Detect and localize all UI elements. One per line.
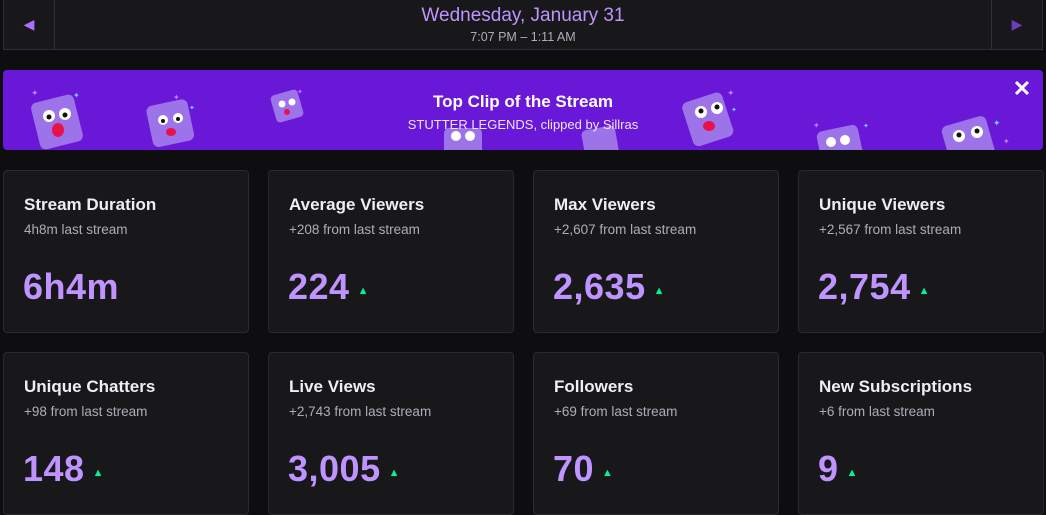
- stat-title: Max Viewers: [554, 195, 656, 214]
- next-stream-button[interactable]: ▶: [991, 0, 1042, 49]
- close-icon: ✕: [1012, 76, 1032, 101]
- trend-up-icon: ▲: [92, 467, 104, 479]
- stat-value: 3,005: [288, 448, 381, 489]
- stat-title: Stream Duration: [24, 195, 157, 214]
- trend-up-icon: ▲: [918, 285, 930, 297]
- stat-value: 6h4m: [23, 266, 120, 307]
- stat-value-row: 224 ▲: [288, 266, 368, 308]
- date-navigation-bar: ◀ Wednesday, January 31 7:07 PM – 1:11 A…: [3, 0, 1043, 50]
- stat-card: Max Viewers +2,607 from last stream 2,63…: [533, 170, 779, 333]
- stat-title: Live Views: [289, 377, 376, 396]
- previous-stream-button[interactable]: ◀: [4, 0, 55, 49]
- stat-title: New Subscriptions: [819, 377, 973, 396]
- stat-comparison: +2,607 from last stream: [554, 222, 697, 237]
- stat-value-row: 3,005 ▲: [288, 448, 399, 490]
- stat-comparison: 4h8m last stream: [24, 222, 128, 237]
- stat-value: 9: [818, 448, 839, 489]
- stat-value-row: 70 ▲: [553, 448, 613, 490]
- stat-value-row: 9 ▲: [818, 448, 857, 490]
- trend-up-icon: ▲: [653, 285, 665, 297]
- stream-date: Wednesday, January 31 7:07 PM – 1:11 AM: [54, 0, 992, 49]
- trend-up-icon: ▲: [846, 467, 858, 479]
- stat-comparison: +208 from last stream: [289, 222, 420, 237]
- chevron-left-icon: ◀: [23, 16, 35, 32]
- trend-up-icon: ▲: [357, 285, 369, 297]
- stat-title: Followers: [554, 377, 634, 396]
- stat-comparison: +2,743 from last stream: [289, 404, 432, 419]
- stat-value: 148: [23, 448, 85, 489]
- svg-text:✦: ✦: [1003, 137, 1010, 146]
- stat-value: 2,635: [553, 266, 646, 307]
- stat-value: 2,754: [818, 266, 911, 307]
- chevron-right-icon: ▶: [1011, 16, 1023, 32]
- stat-card: New Subscriptions +6 from last stream 9 …: [798, 352, 1044, 515]
- stat-comparison: +69 from last stream: [554, 404, 678, 419]
- stat-title: Unique Viewers: [819, 195, 946, 214]
- stat-card: Followers +69 from last stream 70 ▲: [533, 352, 779, 515]
- stat-value-row: 148 ▲: [23, 448, 103, 490]
- trend-up-icon: ▲: [602, 467, 613, 479]
- stat-comparison: +98 from last stream: [24, 404, 148, 419]
- stat-title: Average Viewers: [289, 195, 425, 214]
- stat-comparison: +6 from last stream: [819, 404, 935, 419]
- stat-value-row: 6h4m: [23, 266, 119, 308]
- stat-card: Average Viewers +208 from last stream 22…: [268, 170, 514, 333]
- stat-title: Unique Chatters: [24, 377, 156, 396]
- stat-value: 224: [288, 266, 350, 307]
- stat-comparison: +2,567 from last stream: [819, 222, 962, 237]
- stat-card: Stream Duration 4h8m last stream 6h4m: [3, 170, 249, 333]
- stat-card: Unique Viewers +2,567 from last stream 2…: [798, 170, 1044, 333]
- top-clip-subtitle[interactable]: STUTTER LEGENDS, clipped by Sillras: [3, 117, 1043, 132]
- stream-date-title: Wednesday, January 31: [421, 5, 625, 26]
- top-clip-title: Top Clip of the Stream: [432, 92, 614, 111]
- stat-value-row: 2,754 ▲: [818, 266, 929, 308]
- stat-value-row: 2,635 ▲: [553, 266, 664, 308]
- close-banner-button[interactable]: ✕: [1011, 78, 1033, 100]
- trend-up-icon: ▲: [388, 467, 400, 479]
- stream-time-range: 7:07 PM – 1:11 AM: [470, 30, 576, 44]
- top-clip-info: Top Clip of the Stream STUTTER LEGENDS, …: [3, 92, 1043, 132]
- stat-value: 70: [553, 448, 595, 489]
- stat-card: Live Views +2,743 from last stream 3,005…: [268, 352, 514, 515]
- stat-card: Unique Chatters +98 from last stream 148…: [3, 352, 249, 515]
- top-clip-banner[interactable]: ✦ ✦ ✦ ✦ ✦ ✦ ✦ ✦ ✦ ✦ ✦ Top Clip of the St…: [3, 70, 1043, 150]
